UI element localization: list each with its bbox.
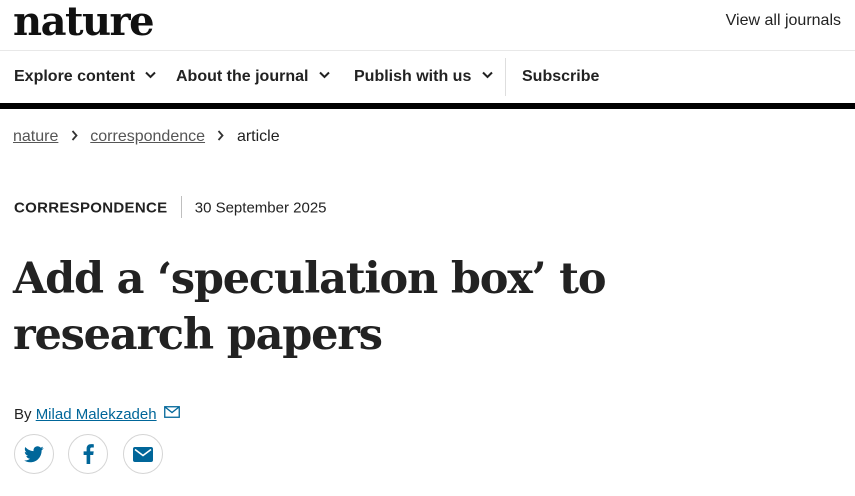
author-link[interactable]: Milad Malekzadeh [36, 406, 157, 423]
breadcrumb-nature[interactable]: nature [13, 128, 58, 145]
nav-about-the-journal[interactable]: About the journal [176, 68, 330, 86]
nav-publish-with-us[interactable]: Publish with us [354, 68, 493, 86]
main-nav: Explore content About the journal Publis… [0, 51, 855, 103]
header-divider-bar [0, 103, 855, 109]
nav-item-label: Explore content [14, 68, 135, 85]
breadcrumb-current: article [236, 128, 280, 145]
share-email-button[interactable] [123, 434, 163, 474]
nav-item-label: Publish with us [354, 68, 472, 85]
meta-divider [180, 196, 182, 218]
email-icon [133, 446, 153, 462]
article-type: CORRESPONDENCE [14, 199, 168, 217]
subscribe-link[interactable]: Subscribe [522, 68, 599, 86]
nav-explore-content[interactable]: Explore content [14, 68, 157, 86]
twitter-icon [24, 445, 44, 462]
breadcrumb-correspondence[interactable]: correspondence [90, 128, 205, 145]
breadcrumb: nature correspondence article [13, 128, 280, 146]
chevron-down-icon [145, 72, 157, 79]
chevron-right-icon [218, 130, 225, 141]
byline-prefix: By [14, 406, 32, 423]
share-twitter-button[interactable] [14, 434, 54, 474]
nav-divider [505, 58, 506, 96]
envelope-icon[interactable] [163, 406, 180, 418]
top-bar: nature View all journals [0, 0, 855, 51]
view-all-journals-link[interactable]: View all journals [726, 12, 841, 30]
chevron-down-icon [319, 72, 330, 79]
nav-item-label: About the journal [176, 68, 309, 85]
facebook-icon [83, 444, 94, 464]
share-facebook-button[interactable] [68, 434, 108, 474]
article-title: Add a ‘speculation box’ to research pape… [13, 254, 607, 360]
publication-date: 30 September 2025 [194, 199, 327, 217]
chevron-down-icon [482, 72, 493, 79]
chevron-right-icon [71, 130, 78, 141]
nature-logo[interactable]: nature [13, 0, 155, 45]
article-meta: CORRESPONDENCE 30 September 2025 [14, 196, 327, 218]
byline: By Milad Malekzadeh [14, 406, 180, 423]
